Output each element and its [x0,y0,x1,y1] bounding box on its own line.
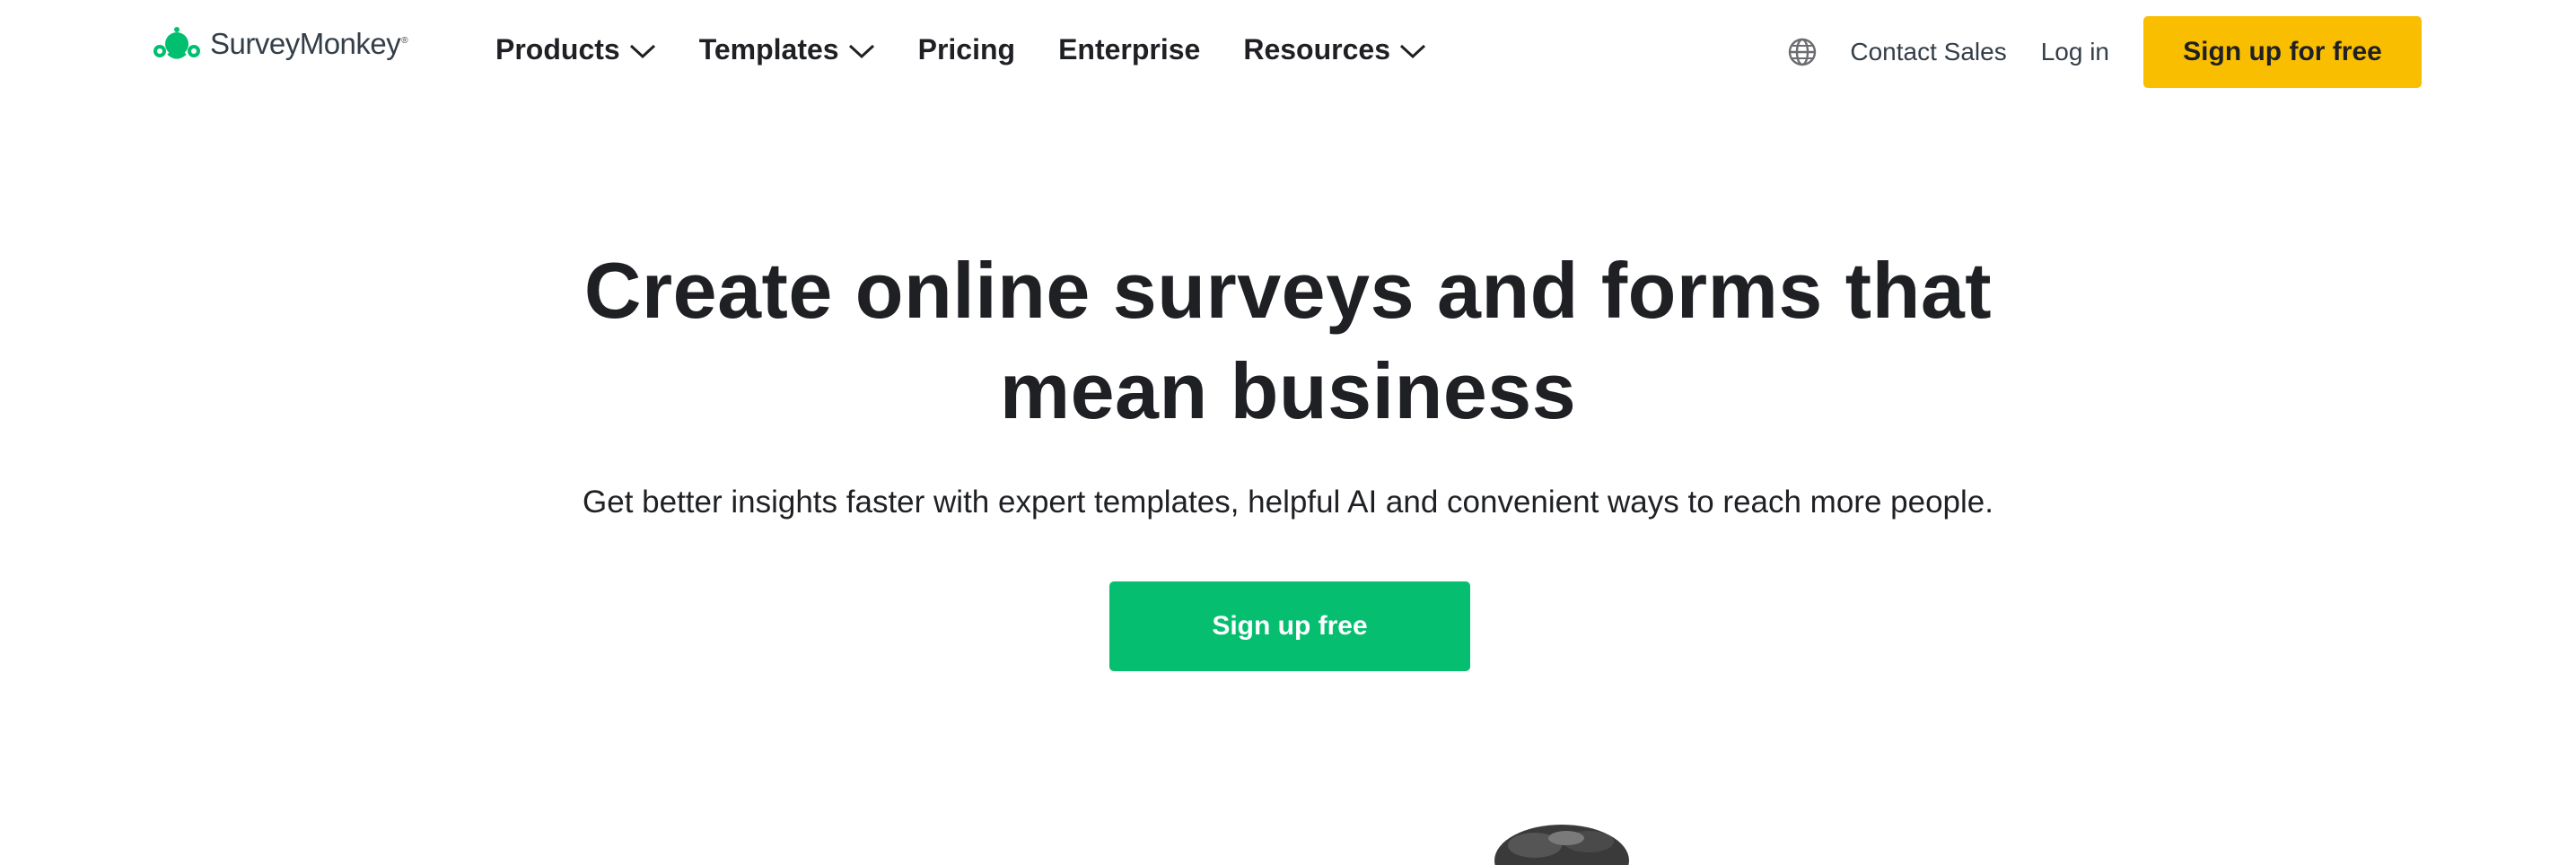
hero-subtitle: Get better insights faster with expert t… [583,485,1993,520]
hero-image [1481,811,1643,865]
contact-sales-link[interactable]: Contact Sales [1850,38,2006,66]
nav-resources-label: Resources [1243,32,1390,66]
hero-title-line-1: Create online surveys and forms that [583,246,1993,335]
nav-products-label: Products [495,32,620,66]
nav-templates-label: Templates [698,32,839,66]
nav-products[interactable]: Products [495,33,656,66]
chevron-down-icon [1399,33,1426,66]
chevron-down-icon [629,33,656,66]
nav-templates[interactable]: Templates [699,33,875,66]
nav-resources[interactable]: Resources [1243,33,1426,66]
globe-icon[interactable] [1787,37,1818,67]
hero-title: Create online surveys and forms that mea… [0,240,2576,441]
logo-wordmark: SurveyMonkey® [210,27,408,60]
hero-title-line-2: mean business [999,346,1577,435]
signup-for-free-button[interactable]: Sign up for free [2143,16,2422,88]
login-link[interactable]: Log in [2041,38,2109,66]
surveymonkey-logo-icon [153,27,200,59]
header-actions: Contact Sales Log in Sign up for free [1787,16,2422,88]
main-nav: Products Templates Pricing Enterprise Re… [495,27,1469,72]
nav-pricing-label: Pricing [917,32,1016,66]
nav-enterprise-label: Enterprise [1058,32,1201,66]
nav-pricing[interactable]: Pricing [918,33,1015,66]
chevron-down-icon [848,33,875,66]
nav-enterprise[interactable]: Enterprise [1058,33,1200,66]
surveymonkey-logo[interactable]: SurveyMonkey® [151,22,408,66]
sign-up-free-button[interactable]: Sign up free [1109,581,1470,671]
site-header: SurveyMonkey® Products Templates Pricing… [0,0,2576,99]
